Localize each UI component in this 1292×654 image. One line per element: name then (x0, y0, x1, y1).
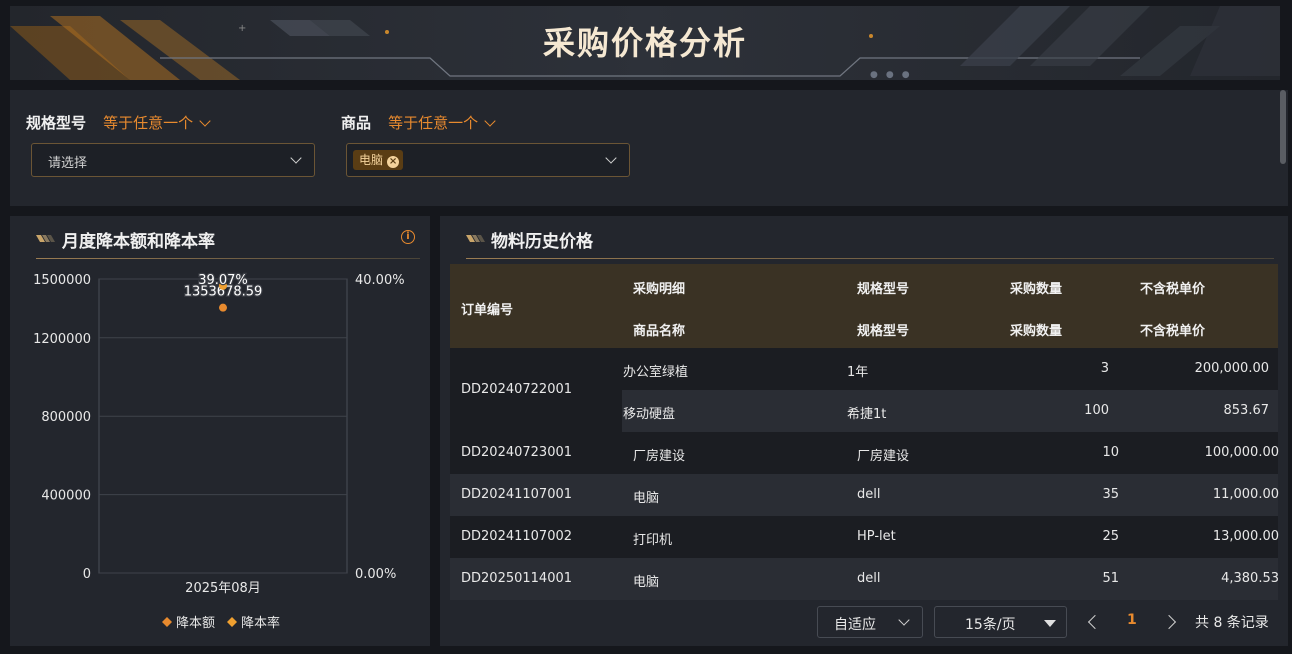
cell-qty: 51 (1102, 571, 1119, 586)
title-decoration-icon (466, 235, 485, 242)
y-left-tick-label: 1500000 (33, 273, 91, 288)
cell-spec: dell (857, 571, 881, 586)
cell-product-name: 办公室绿植 (623, 365, 689, 380)
cell-product-name: 打印机 (633, 533, 673, 548)
legend-label: 降本率 (241, 615, 280, 631)
table-row[interactable]: 移动硬盘 希捷1t 100 853.67 (622, 390, 1278, 432)
cell-order-no: DD20250114001 (461, 571, 573, 586)
table-row[interactable]: DD20241107002 打印机 HP-let 25 13,000.00 (450, 516, 1279, 558)
chevron-down-icon (199, 115, 211, 127)
table-row[interactable]: 办公室绿植 1年 3 200,000.00 (622, 348, 1278, 390)
cell-order-no: DD20241107002 (461, 529, 573, 544)
cell-product-name: 移动硬盘 (623, 407, 676, 422)
header-dots: ●●● (870, 70, 918, 80)
data-point-amount (219, 303, 227, 312)
cell-price: 100,000.00 (1204, 445, 1279, 460)
th-group-price: 不含税单价 (1140, 282, 1206, 297)
cell-qty: 100 (1084, 403, 1109, 418)
th-group-detail: 采购明细 (633, 282, 686, 297)
title-underline (466, 258, 1274, 259)
filter-product: 商品 等于任意一个 (341, 112, 496, 133)
fit-select-label: 自适应 (834, 617, 876, 633)
cell-spec: HP-let (857, 529, 896, 544)
page-size-label: 15条/页 (965, 617, 1016, 633)
plot-frame (98, 278, 348, 574)
current-page[interactable]: 1 (1127, 612, 1137, 628)
page-size-select[interactable]: 15条/页 (934, 606, 1067, 638)
prev-page-icon[interactable] (1087, 614, 1103, 630)
th-price: 不含税单价 (1140, 324, 1206, 339)
total-records: 共 8 条记录 (1195, 615, 1269, 631)
filter-product-operator[interactable]: 等于任意一个 (388, 112, 496, 133)
fit-select[interactable]: 自适应 (817, 606, 923, 638)
chevron-down-icon (898, 614, 910, 626)
cell-product-name: 电脑 (633, 491, 660, 506)
th-spec: 规格型号 (857, 324, 910, 339)
table-row[interactable]: DD20250114001 电脑 dell 51 4,380.53 (450, 558, 1279, 600)
data-label: 39.07% (198, 273, 248, 288)
product-select[interactable]: 电脑 × (346, 143, 630, 177)
cell-product-name: 厂房建设 (633, 449, 686, 464)
table-header: 订单编号 采购明细 规格型号 采购数量 不含税单价 商品名称 规格型号 采购数量… (450, 264, 1278, 348)
cell-spec: 1年 (847, 365, 869, 380)
th-order-no: 订单编号 (461, 303, 514, 318)
cell-price: 200,000.00 (1194, 361, 1269, 376)
selected-tag: 电脑 × (353, 150, 404, 170)
table-row[interactable]: DD20240722001 (450, 348, 622, 432)
y-left-tick-label: 1200000 (33, 332, 91, 347)
filter-product-label: 商品 (341, 114, 372, 132)
y-right-tick-label: 40.00% (355, 273, 405, 288)
header-banner: + 采购价格分析 ●●● (10, 6, 1280, 80)
close-icon[interactable]: × (387, 156, 400, 168)
caret-down-icon (1044, 620, 1056, 627)
table-row[interactable]: DD20241107001 电脑 dell 35 11,000.00 (450, 474, 1279, 516)
cell-order-no: DD20240722001 (461, 382, 573, 397)
page-title: 采购价格分析 (542, 24, 747, 62)
legend-marker-icon (162, 617, 172, 627)
cell-price: 13,000.00 (1212, 529, 1279, 544)
next-page-icon[interactable] (1161, 614, 1177, 630)
chart-panel: 月度降本额和降本率 i 0 400000 800000 1200000 1500000 0… (10, 216, 430, 646)
chevron-down-icon (484, 115, 496, 127)
table-title: 物料历史价格 (491, 232, 593, 252)
x-tick-label: 2025年08月 (185, 581, 261, 596)
cell-qty: 35 (1102, 487, 1119, 502)
legend-item-amount[interactable]: 降本额 (162, 616, 215, 631)
y-left-tick-label: 800000 (41, 410, 91, 425)
cell-spec: dell (857, 487, 881, 502)
th-group-spec: 规格型号 (857, 282, 910, 297)
table-row[interactable]: DD20240723001 厂房建设 厂房建设 10 100,000.00 (450, 432, 1279, 474)
cell-price: 853.67 (1223, 403, 1270, 418)
chevron-down-icon (290, 152, 302, 164)
table-panel: 物料历史价格 订单编号 采购明细 规格型号 采购数量 不含税单价 商品名称 规格… (440, 216, 1288, 646)
chart-svg: 0 400000 800000 1200000 1500000 0.00% 40.00% 20… (33, 272, 405, 631)
cell-qty: 25 (1102, 529, 1119, 544)
filter-panel: 规格型号 等于任意一个 请选择 商品 等于任意一个 电脑 × (10, 90, 1288, 206)
filter-spec-operator[interactable]: 等于任意一个 (103, 112, 211, 133)
cell-product-name: 电脑 (633, 575, 660, 590)
cell-spec: 希捷1t (847, 407, 887, 422)
legend-item-rate[interactable]: 降本率 (227, 615, 280, 631)
cell-price: 4,380.53 (1221, 571, 1279, 586)
filter-spec: 规格型号 等于任意一个 (26, 112, 211, 133)
y-right-tick-label: 0.00% (355, 567, 396, 582)
th-product-name: 商品名称 (633, 324, 686, 339)
cell-qty: 3 (1100, 361, 1109, 376)
y-left-tick-label: 0 (83, 567, 91, 582)
cell-price: 11,000.00 (1212, 487, 1279, 502)
cell-qty: 10 (1102, 445, 1119, 460)
cell-order-no: DD20240723001 (461, 445, 573, 460)
y-left-tick-label: 400000 (41, 489, 91, 504)
page-scrollbar[interactable] (1280, 90, 1286, 164)
legend-label: 降本额 (176, 616, 215, 631)
cell-order-no: DD20241107001 (461, 487, 573, 502)
chevron-down-icon (605, 152, 617, 164)
legend-marker-icon (227, 617, 237, 627)
spec-select-placeholder: 请选择 (48, 156, 88, 171)
th-qty: 采购数量 (1010, 324, 1063, 339)
cell-spec: 厂房建设 (857, 449, 910, 464)
spec-select[interactable]: 请选择 (31, 143, 315, 177)
filter-spec-label: 规格型号 (26, 114, 87, 132)
th-group-qty: 采购数量 (1010, 282, 1063, 297)
